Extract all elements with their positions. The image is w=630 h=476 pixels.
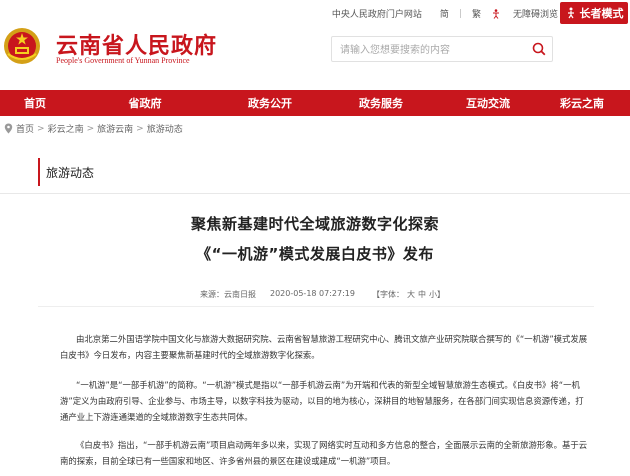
- article-paragraph: “一机游”是“一部手机游”的简称。“一机游”模式是指以“一部手机游云南”为开端和…: [60, 380, 584, 422]
- national-emblem-icon: [4, 28, 40, 64]
- top-utility-bar: 中央人民政府门户网站 简 | 繁 无障碍浏览 长者模式: [0, 0, 630, 26]
- site-header: 云南省人民政府 People's Government of Yunnan Pr…: [0, 26, 630, 88]
- article-paragraph: 由北京第二外国语学院中国文化与旅游大数据研究院、云南省智慧旅游工程研究中心、腾讯…: [60, 334, 588, 360]
- nav-item-government[interactable]: 省政府: [70, 90, 220, 116]
- section-accent-bar: [38, 158, 40, 186]
- nav-item-home[interactable]: 首页: [0, 90, 70, 116]
- traditional-link[interactable]: 繁: [472, 7, 481, 20]
- section-title: 旅游动态: [46, 166, 95, 180]
- breadcrumb-current[interactable]: 旅游动态: [147, 122, 183, 135]
- breadcrumb-separator: >: [37, 123, 45, 134]
- accessible-link[interactable]: 无障碍浏览: [491, 7, 558, 20]
- font-medium-button[interactable]: 中: [418, 290, 426, 299]
- article-paragraph: 《白皮书》指出，“一部手机游云南”项目启动两年多以来，实现了网络实时互动和多方信…: [60, 440, 588, 466]
- search-icon[interactable]: [532, 42, 546, 56]
- breadcrumb-separator: >: [86, 123, 95, 134]
- elder-icon: [567, 7, 574, 19]
- font-large-button[interactable]: 大: [407, 290, 415, 299]
- main-nav: 首页 省政府 政务公开 政务服务 互动交流 彩云之南: [0, 90, 630, 116]
- article-title-line1: 聚焦新基建时代全域旅游数字化探索: [190, 215, 439, 233]
- search-input[interactable]: [340, 42, 520, 58]
- location-icon: [4, 123, 13, 134]
- breadcrumb-separator: >: [136, 123, 144, 134]
- section-header: 旅游动态: [0, 150, 630, 194]
- nav-item-interaction[interactable]: 互动交流: [442, 90, 534, 116]
- article-title-line2: 《“一机游”模式发展白皮书》发布: [196, 245, 434, 263]
- divider: |: [458, 8, 462, 19]
- breadcrumb-yunnan[interactable]: 彩云之南: [48, 122, 84, 135]
- accessibility-icon: [492, 8, 499, 19]
- article-date: 2020-05-18 07:27:19: [270, 289, 355, 298]
- nav-item-services[interactable]: 政务服务: [320, 90, 442, 116]
- search-box: [331, 36, 553, 62]
- font-size-controls: 【字体：大中小】: [372, 289, 448, 300]
- utility-links: 中央人民政府门户网站 简 | 繁 无障碍浏览: [322, 7, 558, 21]
- article-source: 来源：云南日报: [200, 290, 256, 299]
- simplified-link[interactable]: 简: [440, 7, 449, 20]
- accessible-label: 无障碍浏览: [512, 10, 558, 20]
- central-portal-link[interactable]: 中央人民政府门户网站: [332, 7, 422, 20]
- elder-mode-label: 长者模式: [579, 7, 624, 20]
- nav-item-public-affairs[interactable]: 政务公开: [220, 90, 320, 116]
- elder-mode-button[interactable]: 长者模式: [560, 2, 628, 24]
- divider: [38, 306, 594, 307]
- nav-item-yunnan[interactable]: 彩云之南: [534, 90, 630, 116]
- font-small-button[interactable]: 小】: [429, 290, 445, 299]
- font-size-label: 【字体：: [372, 290, 404, 299]
- breadcrumb-tourism[interactable]: 旅游云南: [97, 122, 133, 135]
- breadcrumb-home[interactable]: 首页: [16, 122, 34, 135]
- breadcrumb: 首页 > 彩云之南 > 旅游云南 > 旅游动态: [4, 122, 186, 135]
- site-subtitle: People's Government of Yunnan Province: [56, 56, 190, 65]
